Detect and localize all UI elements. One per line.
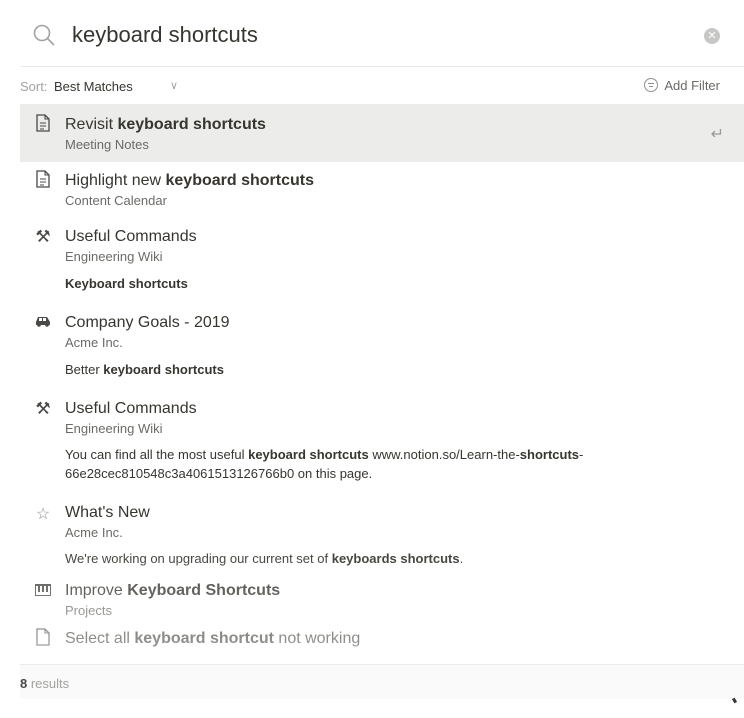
result-item[interactable]: Company Goals - 2019 Acme Inc. Better ke… bbox=[20, 304, 744, 390]
result-subtitle: Engineering Wiki bbox=[65, 249, 163, 264]
result-snippet: Keyboard shortcuts bbox=[65, 276, 188, 291]
result-item[interactable]: Select all keyboard shortcut not working bbox=[20, 628, 744, 664]
result-title: Highlight new keyboard shortcuts bbox=[65, 172, 314, 189]
enter-icon: ↵ bbox=[710, 126, 724, 143]
filter-icon bbox=[644, 78, 659, 92]
result-item[interactable]: Highlight new keyboard shortcuts Content… bbox=[20, 162, 744, 218]
search-icon bbox=[33, 24, 55, 46]
search-input[interactable] bbox=[72, 18, 672, 52]
divider bbox=[20, 66, 744, 67]
page-icon bbox=[32, 170, 54, 192]
sort-row: Sort: Best Matches ∨ Add Filter bbox=[20, 68, 744, 104]
sort-dropdown[interactable]: Best Matches bbox=[54, 79, 133, 94]
result-snippet: We're working on upgrading our current s… bbox=[65, 551, 464, 566]
result-title: Select all keyboard shortcut not working bbox=[65, 630, 361, 647]
add-filter-button[interactable]: Add Filter bbox=[644, 78, 720, 93]
result-snippet: Better keyboard shortcuts bbox=[65, 362, 224, 377]
result-subtitle: Engineering Wiki bbox=[65, 421, 163, 436]
result-subtitle: Acme Inc. bbox=[65, 525, 123, 540]
add-filter-label: Add Filter bbox=[664, 78, 720, 93]
piano-icon bbox=[32, 582, 54, 604]
result-subtitle: Projects bbox=[65, 603, 112, 618]
result-item[interactable]: ☆ What's New Acme Inc. We're working on … bbox=[20, 496, 744, 576]
result-title: What's New bbox=[65, 504, 150, 521]
result-subtitle: Meeting Notes bbox=[65, 137, 149, 152]
result-title: Useful Commands bbox=[65, 228, 197, 245]
result-item[interactable]: ⚒ Useful Commands Engineering Wiki Keybo… bbox=[20, 218, 744, 304]
result-title: Company Goals - 2019 bbox=[65, 314, 230, 331]
hammer-wrench-icon: ⚒ bbox=[35, 399, 51, 418]
sort-label: Sort: bbox=[20, 79, 48, 94]
page-icon bbox=[32, 628, 54, 650]
result-title: Revisit keyboard shortcuts bbox=[65, 116, 266, 133]
star-icon: ☆ bbox=[35, 506, 51, 523]
results-list: Revisit keyboard shortcuts Meeting Notes… bbox=[20, 104, 744, 664]
result-item[interactable]: ⚒ Useful Commands Engineering Wiki You c… bbox=[20, 390, 744, 496]
result-title: Useful Commands bbox=[65, 400, 197, 417]
result-item[interactable]: Improve Keyboard Shortcuts Projects bbox=[20, 576, 744, 628]
hammer-wrench-icon: ⚒ bbox=[35, 227, 51, 246]
page-icon bbox=[32, 114, 54, 136]
search-bar: ✕ bbox=[0, 0, 744, 66]
clear-icon[interactable]: ✕ bbox=[704, 28, 720, 44]
result-subtitle: Content Calendar bbox=[65, 193, 167, 208]
result-subtitle: Acme Inc. bbox=[65, 335, 123, 350]
chevron-down-icon[interactable]: ∨ bbox=[170, 79, 178, 92]
car-icon bbox=[32, 312, 54, 334]
result-snippet: You can find all the most useful keyboar… bbox=[65, 447, 584, 481]
results-count: 8 results bbox=[20, 676, 70, 691]
result-title: Improve Keyboard Shortcuts bbox=[65, 582, 281, 599]
results-footer: 8 results bbox=[20, 664, 744, 699]
result-item[interactable]: Revisit keyboard shortcuts Meeting Notes… bbox=[20, 104, 744, 162]
